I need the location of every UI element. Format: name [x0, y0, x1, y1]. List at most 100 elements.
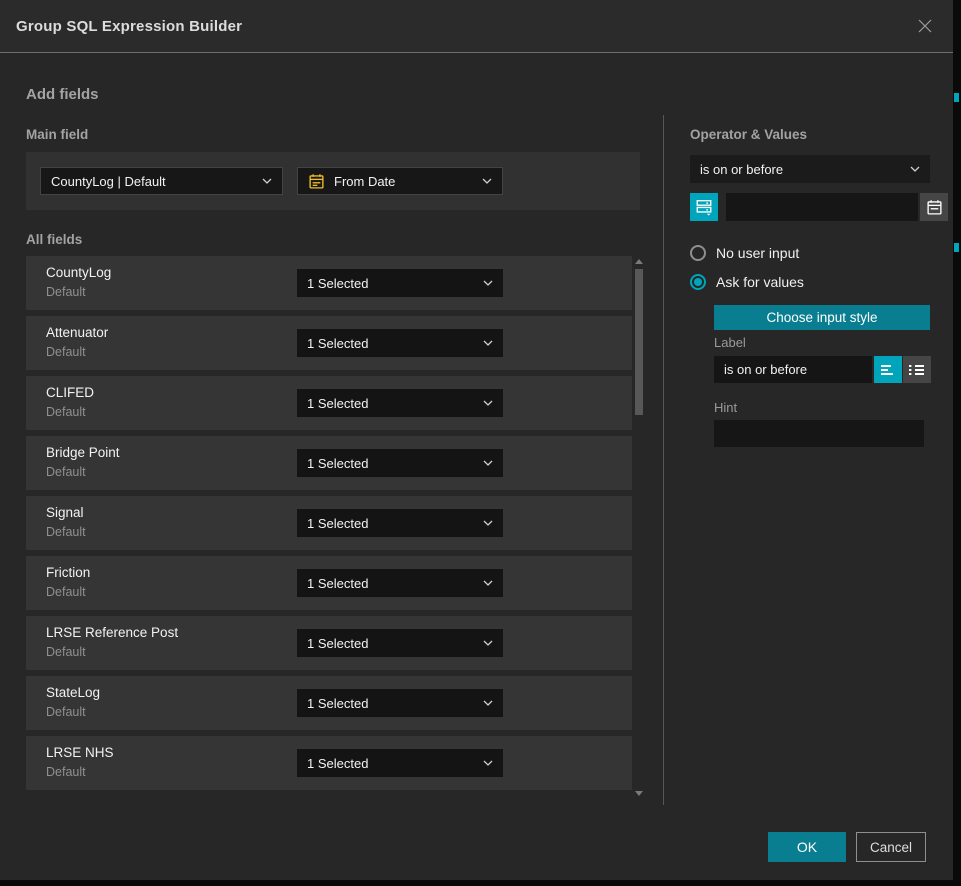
- field-name: Attenuator: [46, 325, 108, 340]
- field-subtitle: Default: [46, 765, 86, 779]
- radio-label: No user input: [716, 245, 799, 261]
- scrollbar-thumb[interactable]: [635, 269, 643, 415]
- field-row: LRSE NHS Default 1 Selected: [26, 736, 632, 790]
- chevron-down-icon: [910, 166, 920, 172]
- field-name: Bridge Point: [46, 445, 120, 460]
- unique-values-icon: [695, 198, 713, 216]
- chevron-down-icon: [483, 640, 493, 646]
- radio-option-ask-for-values[interactable]: Ask for values: [690, 274, 804, 290]
- cancel-button[interactable]: Cancel: [856, 832, 926, 862]
- main-field-box: CountyLog | Default From Date: [26, 152, 640, 210]
- list-input-style-button[interactable]: [903, 356, 931, 383]
- hint-caption: Hint: [714, 400, 737, 415]
- field-name: CLIFED: [46, 385, 94, 400]
- group-sql-expression-builder-dialog: Group SQL Expression Builder Add fields …: [0, 0, 953, 880]
- values-select[interactable]: 1 Selected: [297, 509, 503, 537]
- main-field-select[interactable]: From Date: [297, 167, 503, 195]
- values-select[interactable]: 1 Selected: [297, 449, 503, 477]
- date-picker-button[interactable]: [920, 193, 948, 221]
- layer-select[interactable]: CountyLog | Default: [40, 167, 283, 195]
- field-subtitle: Default: [46, 585, 86, 599]
- close-icon: [916, 17, 934, 35]
- chevron-down-icon: [483, 340, 493, 346]
- scrollbar-down-arrow-icon[interactable]: [635, 791, 643, 796]
- scrollbar-up-arrow-icon[interactable]: [635, 259, 643, 264]
- field-name: LRSE Reference Post: [46, 625, 178, 640]
- choose-input-style-button[interactable]: Choose input style: [714, 305, 930, 330]
- field-row: Friction Default 1 Selected: [26, 556, 632, 610]
- values-select-value: 1 Selected: [307, 276, 477, 291]
- chevron-down-icon: [483, 580, 493, 586]
- values-select-value: 1 Selected: [307, 456, 477, 471]
- field-row: CLIFED Default 1 Selected: [26, 376, 632, 430]
- field-row: Signal Default 1 Selected: [26, 496, 632, 550]
- unique-values-button[interactable]: [690, 193, 718, 221]
- field-row: LRSE Reference Post Default 1 Selected: [26, 616, 632, 670]
- layer-select-value: CountyLog | Default: [51, 174, 256, 189]
- label-input[interactable]: [714, 356, 872, 383]
- values-select[interactable]: 1 Selected: [297, 389, 503, 417]
- values-select[interactable]: 1 Selected: [297, 749, 503, 777]
- field-subtitle: Default: [46, 525, 86, 539]
- values-select-value: 1 Selected: [307, 396, 477, 411]
- field-name: CountyLog: [46, 265, 111, 280]
- list-scrollbar[interactable]: [634, 256, 644, 797]
- dialog-header: Group SQL Expression Builder: [0, 0, 953, 53]
- values-select-value: 1 Selected: [307, 696, 477, 711]
- values-select-value: 1 Selected: [307, 636, 477, 651]
- field-row: Attenuator Default 1 Selected: [26, 316, 632, 370]
- dialog-title: Group SQL Expression Builder: [16, 18, 242, 35]
- operator-select-value: is on or before: [700, 162, 904, 177]
- radio-icon: [690, 274, 706, 290]
- chevron-down-icon: [483, 400, 493, 406]
- all-fields-heading: All fields: [26, 232, 82, 247]
- radio-option-no-user-input[interactable]: No user input: [690, 245, 799, 261]
- label-input-row: [714, 356, 931, 383]
- field-subtitle: Default: [46, 285, 86, 299]
- field-name: StateLog: [46, 685, 100, 700]
- main-field-select-value: From Date: [334, 174, 476, 189]
- values-select-value: 1 Selected: [307, 576, 477, 591]
- values-select[interactable]: 1 Selected: [297, 689, 503, 717]
- operator-values-heading: Operator & Values: [690, 127, 807, 142]
- all-fields-rows: CountyLog Default 1 Selected Attenuator …: [26, 256, 632, 796]
- background-accent-mark: [954, 93, 959, 102]
- single-input-style-button[interactable]: [874, 356, 902, 383]
- values-select[interactable]: 1 Selected: [297, 329, 503, 357]
- chevron-down-icon: [483, 760, 493, 766]
- values-select[interactable]: 1 Selected: [297, 269, 503, 297]
- radio-label: Ask for values: [716, 274, 804, 290]
- field-subtitle: Default: [46, 645, 86, 659]
- field-subtitle: Default: [46, 405, 86, 419]
- chevron-down-icon: [483, 280, 493, 286]
- field-subtitle: Default: [46, 465, 86, 479]
- field-row: StateLog Default 1 Selected: [26, 676, 632, 730]
- values-select[interactable]: 1 Selected: [297, 569, 503, 597]
- chevron-down-icon: [483, 460, 493, 466]
- values-select[interactable]: 1 Selected: [297, 629, 503, 657]
- values-select-value: 1 Selected: [307, 336, 477, 351]
- field-name: LRSE NHS: [46, 745, 114, 760]
- calendar-icon: [308, 173, 325, 190]
- ok-button[interactable]: OK: [768, 832, 846, 862]
- chevron-down-icon: [483, 520, 493, 526]
- chevron-down-icon: [262, 178, 272, 184]
- radio-icon: [690, 245, 706, 261]
- field-name: Friction: [46, 565, 90, 580]
- operator-select[interactable]: is on or before: [690, 155, 930, 183]
- hint-input[interactable]: [714, 420, 924, 447]
- field-row: Bridge Point Default 1 Selected: [26, 436, 632, 490]
- calendar-icon: [926, 199, 943, 216]
- all-fields-list: CountyLog Default 1 Selected Attenuator …: [26, 256, 644, 797]
- close-button[interactable]: [913, 14, 937, 38]
- chevron-down-icon: [483, 700, 493, 706]
- values-select-value: 1 Selected: [307, 516, 477, 531]
- field-subtitle: Default: [46, 705, 86, 719]
- panel-divider: [663, 115, 664, 805]
- add-fields-heading: Add fields: [26, 86, 99, 103]
- value-input-row: [690, 193, 930, 221]
- chevron-down-icon: [482, 178, 492, 184]
- field-name: Signal: [46, 505, 84, 520]
- main-field-heading: Main field: [26, 127, 88, 142]
- date-value-input[interactable]: [726, 193, 918, 221]
